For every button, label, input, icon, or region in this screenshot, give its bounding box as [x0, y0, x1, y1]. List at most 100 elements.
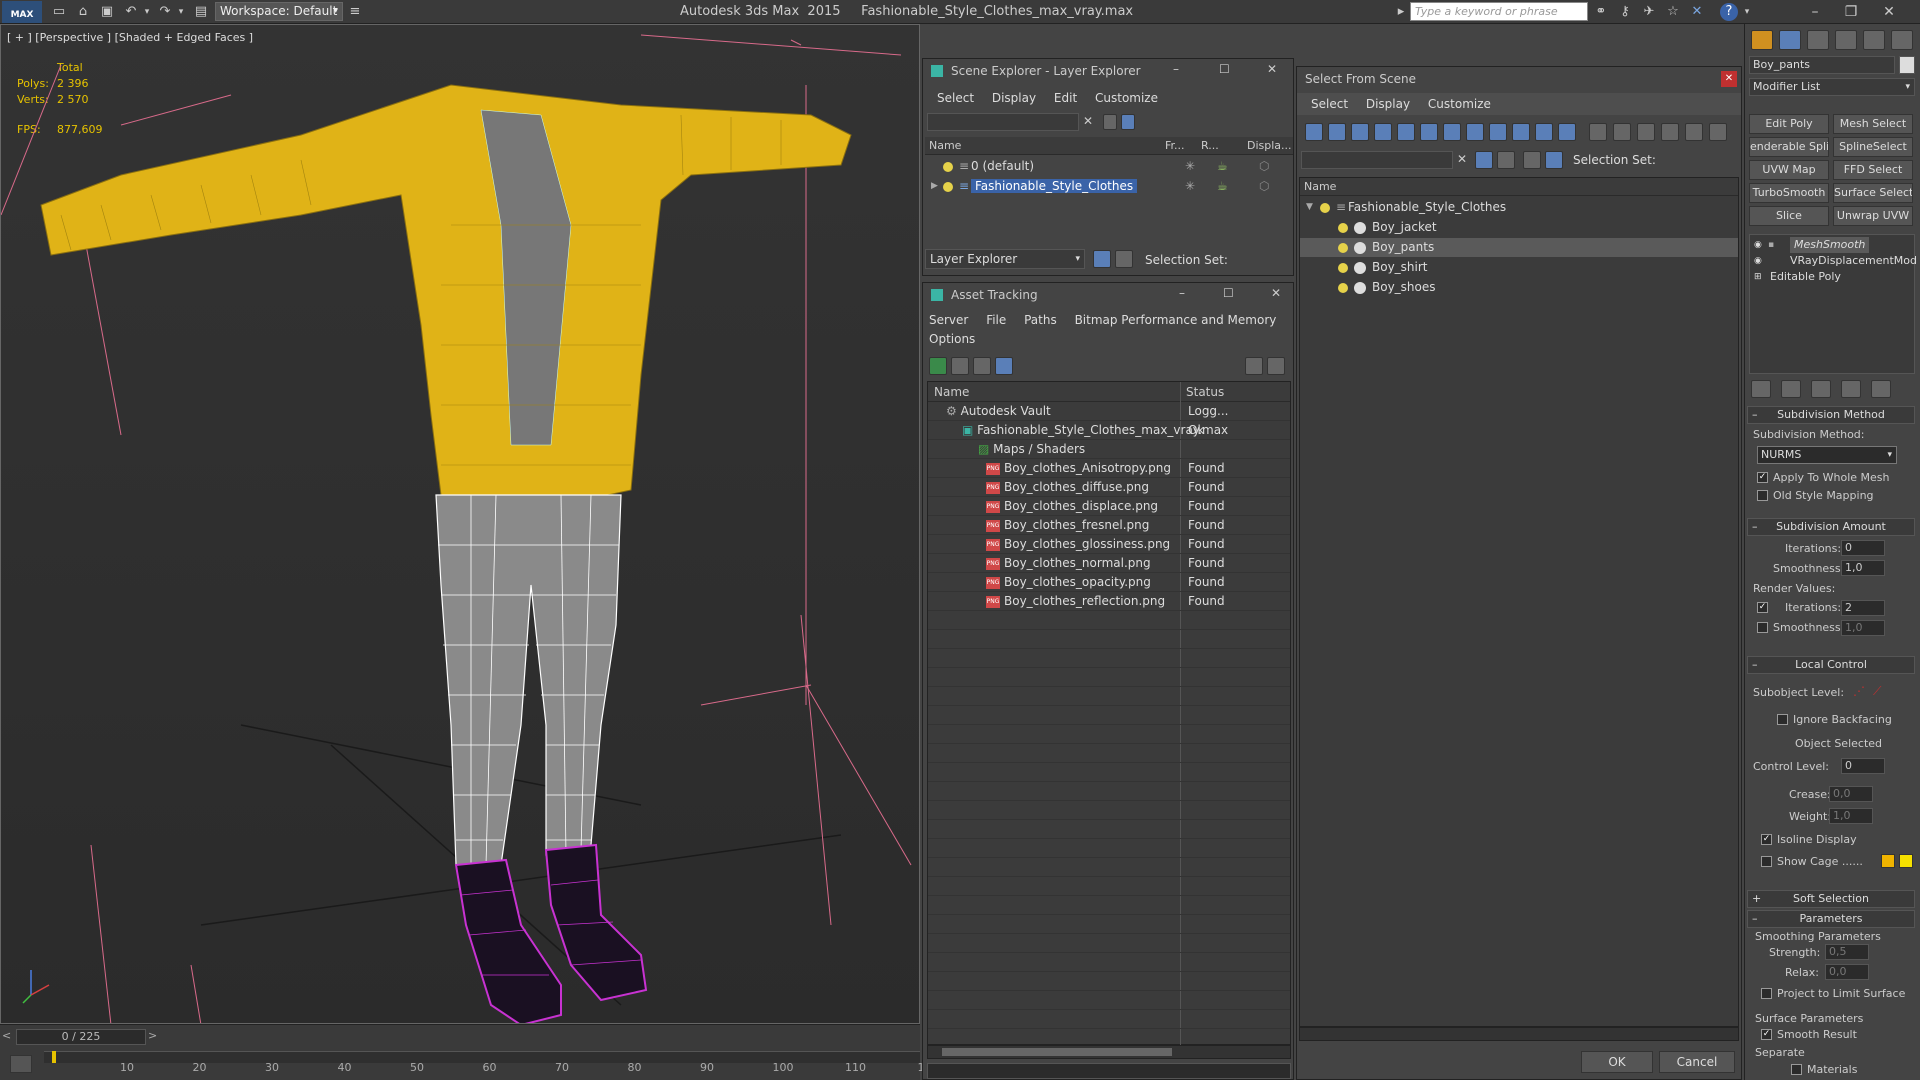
- x-close-icon[interactable]: ✕: [1688, 3, 1706, 21]
- filter-funnel-icon[interactable]: [1661, 123, 1679, 141]
- unwrap-uvw-button[interactable]: Unwrap UVW: [1833, 206, 1913, 226]
- edit-poly-button[interactable]: Edit Poly: [1749, 114, 1829, 134]
- col-name[interactable]: Name: [934, 382, 969, 402]
- lightbulb-icon[interactable]: ▪: [1768, 237, 1774, 253]
- minimize-icon[interactable]: –: [1173, 62, 1179, 76]
- render-teapot-icon[interactable]: ☕: [1217, 157, 1228, 176]
- save-file-icon[interactable]: ▣: [98, 3, 116, 21]
- select-search-input[interactable]: [1301, 151, 1453, 169]
- app-logo-icon[interactable]: MAX: [2, 1, 42, 23]
- edge-level-icon[interactable]: ⟋: [1873, 684, 1881, 699]
- render-smoothness-checkbox[interactable]: [1757, 622, 1768, 633]
- eye-icon[interactable]: ◉: [1754, 253, 1762, 269]
- tree-item-shirt[interactable]: Boy_shirt: [1300, 258, 1738, 277]
- timeline[interactable]: < 0 / 225 > 10203040506070809010011012: [0, 1024, 932, 1080]
- menu-display[interactable]: Display: [1366, 93, 1410, 115]
- menu-customize[interactable]: Customize: [1428, 93, 1491, 115]
- show-end-result-icon[interactable]: [1781, 380, 1801, 398]
- asset-row[interactable]: PNG Boy_clothes_displace.png Found: [928, 497, 1290, 516]
- show-cage-checkbox[interactable]: [1761, 856, 1772, 867]
- favorites-star-icon[interactable]: ☆: [1664, 3, 1682, 21]
- asset-row[interactable]: ▣ Fashionable_Style_Clothes_max_vray.max…: [928, 421, 1290, 440]
- rollout-subdivision-amount[interactable]: – Subdivision Amount: [1747, 518, 1915, 536]
- vertex-level-icon[interactable]: ⋰: [1853, 684, 1865, 698]
- visibility-bulb-icon[interactable]: [943, 181, 953, 192]
- tree-root-row[interactable]: ▼ ≡ Fashionable_Style_Clothes: [1300, 198, 1738, 217]
- layer-row-fashionable[interactable]: ▶ ≡ Fashionable_Style_Clothes ✳ ☕ ⬡: [923, 177, 1293, 196]
- scene-explorer-search-input[interactable]: [927, 113, 1079, 131]
- mesh-select-button[interactable]: Mesh Select: [1833, 114, 1913, 134]
- old-style-mapping-checkbox[interactable]: [1757, 490, 1768, 501]
- col-render[interactable]: R...: [1201, 137, 1219, 155]
- filter-icon[interactable]: [1475, 151, 1493, 169]
- perspective-viewport[interactable]: [ + ] [Perspective ] [Shaded + Edged Fac…: [0, 24, 920, 1024]
- slice-button[interactable]: Slice: [1749, 206, 1829, 226]
- mini-curve-editor-icon[interactable]: [10, 1055, 32, 1073]
- strength-spinner[interactable]: 0,5: [1825, 944, 1869, 960]
- stack-vraydisplacement[interactable]: ◉ VRayDisplacementMod: [1750, 253, 1917, 269]
- search-input[interactable]: Type a keyword or phrase: [1410, 2, 1588, 21]
- close-icon[interactable]: ✕: [1721, 71, 1737, 87]
- time-slider-prev-icon[interactable]: <: [2, 1029, 11, 1042]
- hierarchy-icon[interactable]: [1115, 250, 1133, 268]
- expand-arrow-icon[interactable]: ▶: [931, 177, 938, 196]
- select-invert-icon[interactable]: [1637, 123, 1655, 141]
- minimize-icon[interactable]: –: [1179, 286, 1185, 300]
- utilities-tab-icon[interactable]: [1891, 30, 1913, 50]
- pin-stack-icon[interactable]: [1751, 380, 1771, 398]
- menu-select[interactable]: Select: [937, 87, 974, 109]
- menu-display[interactable]: Display: [992, 87, 1036, 109]
- new-file-icon[interactable]: ▭: [50, 3, 68, 21]
- layer-row-default[interactable]: ≡ 0 (default) ✳ ☕ ⬡: [923, 157, 1293, 176]
- rollout-soft-selection[interactable]: + Soft Selection: [1747, 890, 1915, 908]
- eye-icon[interactable]: ◉: [1754, 237, 1762, 253]
- modify-tab-icon[interactable]: [1779, 30, 1801, 50]
- freeze-icon[interactable]: ✳: [1185, 157, 1195, 176]
- display-xrefs-icon[interactable]: [1466, 123, 1484, 141]
- display-box-icon[interactable]: ⬡: [1259, 157, 1269, 176]
- apply-whole-mesh-checkbox[interactable]: ✓: [1757, 472, 1768, 483]
- select-none-icon[interactable]: [1613, 123, 1631, 141]
- cage-color-1-swatch[interactable]: [1881, 854, 1895, 868]
- display-helpers-icon[interactable]: [1397, 123, 1415, 141]
- help-icon[interactable]: ?: [1720, 3, 1738, 21]
- menu-bitmap-performance[interactable]: Bitmap Performance and Memory: [1075, 309, 1277, 331]
- close-window-icon[interactable]: ✕: [1874, 2, 1904, 22]
- ffd-select-button[interactable]: FFD Select: [1833, 160, 1913, 180]
- ignore-backfacing-checkbox[interactable]: [1777, 714, 1788, 725]
- visibility-bulb-icon[interactable]: [943, 161, 953, 172]
- restore-window-icon[interactable]: ❐: [1836, 2, 1866, 22]
- settings-icon[interactable]: [1267, 357, 1285, 375]
- display-box-icon[interactable]: ⬡: [1259, 177, 1269, 196]
- asset-row[interactable]: PNG Boy_clothes_fresnel.png Found: [928, 516, 1290, 535]
- visibility-bulb-icon[interactable]: [1338, 262, 1348, 273]
- asset-row[interactable]: PNG Boy_clothes_glossiness.png Found: [928, 535, 1290, 554]
- table-view-icon[interactable]: [995, 357, 1013, 375]
- display-spacewarps-icon[interactable]: [1420, 123, 1438, 141]
- asset-row[interactable]: PNG Boy_clothes_normal.png Found: [928, 554, 1290, 573]
- col-freeze[interactable]: Fr...: [1165, 137, 1185, 155]
- surface-select-button[interactable]: Surface Select: [1833, 183, 1913, 203]
- display-shapes-icon[interactable]: [1328, 123, 1346, 141]
- display-tab-icon[interactable]: [1863, 30, 1885, 50]
- help-icon[interactable]: [1245, 357, 1263, 375]
- maximize-icon[interactable]: ☐: [1223, 286, 1234, 300]
- remove-modifier-icon[interactable]: [1841, 380, 1861, 398]
- asset-row[interactable]: PNG Boy_clothes_Anisotropy.png Found: [928, 459, 1290, 478]
- weight-spinner[interactable]: 1,0: [1829, 808, 1873, 824]
- clear-search-icon[interactable]: ✕: [1457, 152, 1467, 166]
- search-expand-icon[interactable]: ▸: [1392, 3, 1410, 21]
- isoline-display-checkbox[interactable]: ✓: [1761, 834, 1772, 845]
- asset-row[interactable]: ▨ Maps / Shaders: [928, 440, 1290, 459]
- communication-center-icon[interactable]: ✈: [1640, 3, 1658, 21]
- project-folder-icon[interactable]: ▤: [192, 3, 210, 21]
- tree-item-shoes[interactable]: Boy_shoes: [1300, 278, 1738, 297]
- hierarchy-icon[interactable]: [1545, 151, 1563, 169]
- current-frame-marker[interactable]: [52, 1051, 56, 1063]
- object-name-field[interactable]: Boy_pants: [1749, 56, 1895, 74]
- menu-paths[interactable]: Paths: [1024, 309, 1057, 331]
- time-slider-next-icon[interactable]: >: [148, 1029, 157, 1042]
- refresh-icon[interactable]: [929, 357, 947, 375]
- object-color-swatch[interactable]: [1899, 56, 1915, 74]
- display-bones-icon[interactable]: [1489, 123, 1507, 141]
